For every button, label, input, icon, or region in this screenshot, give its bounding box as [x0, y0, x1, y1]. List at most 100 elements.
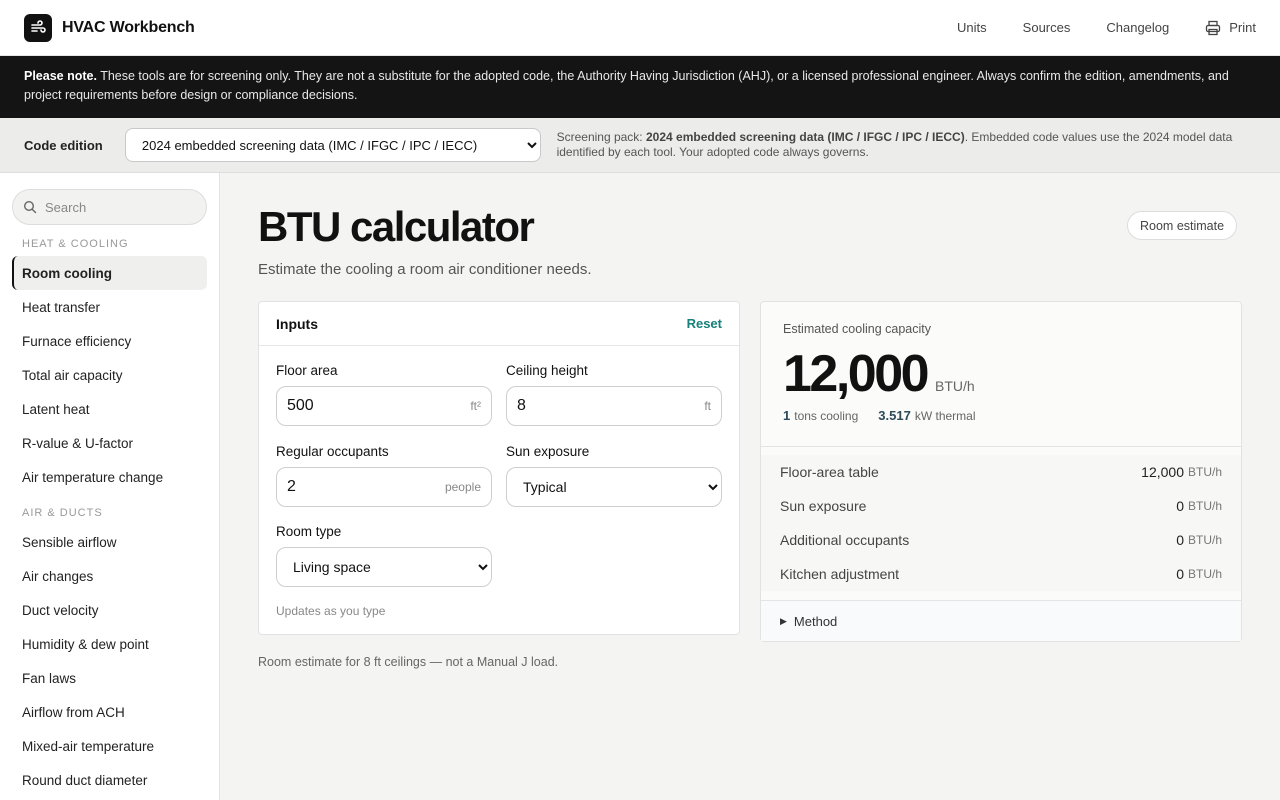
result-value-row: 12,000 BTU/h	[783, 346, 1219, 402]
sidebar-item-fan-laws[interactable]: Fan laws	[12, 661, 207, 695]
sidebar-item-air-temperature-change[interactable]: Air temperature change	[12, 460, 207, 494]
main-content: BTU calculator Room estimate Estimate th…	[220, 173, 1280, 800]
result-label: Estimated cooling capacity	[783, 322, 931, 336]
sidebar-item-round-duct-diameter[interactable]: Round duct diameter	[12, 763, 207, 797]
ceiling-height-field: Ceiling height ft	[506, 363, 722, 426]
sidebar-item-total-air-capacity[interactable]: Total air capacity	[12, 358, 207, 392]
code-edition-label: Code edition	[24, 137, 103, 153]
method-disclosure[interactable]: ▶ Method	[761, 600, 1241, 641]
floor-area-box[interactable]: ft²	[276, 386, 492, 426]
inputs-header: Inputs Reset	[259, 302, 739, 346]
sidebar-item-latent-heat[interactable]: Latent heat	[12, 392, 207, 426]
floor-area-field: Floor area ft²	[276, 363, 492, 426]
breakdown-label: Kitchen adjustment	[780, 566, 900, 582]
room-type-field: Room type Living space	[276, 524, 492, 587]
sun-exposure-select[interactable]: Typical	[506, 467, 722, 507]
ceiling-height-box[interactable]: ft	[506, 386, 722, 426]
printer-icon	[1206, 20, 1221, 35]
kw-conversion: 3.517 kW thermal	[878, 408, 975, 423]
sidebar-item-furnace-efficiency[interactable]: Furnace efficiency	[12, 324, 207, 358]
disclaimer-banner: Please note. These tools are for screeni…	[0, 56, 1280, 118]
result-breakdown: Floor-area table 12,000 BTU/h Sun exposure 0…	[761, 455, 1241, 591]
occupants-unit: people	[444, 480, 481, 494]
sidebar-item-mixed-air-temperature[interactable]: Mixed-air temperature	[12, 729, 207, 763]
occupants-input[interactable]	[287, 478, 427, 496]
search-input[interactable]	[45, 199, 195, 215]
nav-sources-link[interactable]: Sources	[1023, 20, 1071, 35]
breakdown-unit: BTU/h	[1187, 567, 1222, 581]
cooling-capacity-unit: BTU/h	[935, 378, 975, 394]
sidebar-item-humidity-dew-point[interactable]: Humidity & dew point	[12, 627, 207, 661]
breakdown-value: 12,000	[1141, 464, 1184, 480]
sidebar-item-air-changes[interactable]: Air changes	[12, 559, 207, 593]
breakdown-value: 0	[1176, 498, 1184, 514]
breakdown-row: Kitchen adjustment 0 BTU/h	[761, 557, 1241, 591]
nav-changelog-link[interactable]: Changelog	[1106, 20, 1169, 35]
breakdown-unit: BTU/h	[1187, 533, 1222, 547]
breakdown-row: Floor-area table 12,000 BTU/h	[761, 455, 1241, 489]
sidebar-item-r-value-u-factor[interactable]: R-value & U-factor	[12, 426, 207, 460]
room-type-label: Room type	[276, 524, 342, 539]
breakdown-row: Sun exposure 0 BTU/h	[761, 489, 1241, 523]
top-nav: Units Sources Changelog Print	[921, 20, 1256, 36]
print-button[interactable]: Print	[1205, 20, 1256, 36]
page-title: BTU calculator	[258, 203, 535, 250]
inputs-heading: Inputs	[276, 315, 318, 332]
occupants-field: Regular occupants people	[276, 444, 492, 507]
kw-label: kW thermal	[914, 409, 976, 423]
breakdown-unit: BTU/h	[1187, 499, 1222, 513]
page-subtitle: Estimate the cooling a room air conditio…	[258, 261, 592, 278]
occupants-box[interactable]: people	[276, 467, 492, 507]
sidebar-item-sensible-airflow[interactable]: Sensible airflow	[12, 525, 207, 559]
top-bar: HVAC Workbench Units Sources Changelog P…	[0, 0, 1280, 56]
sidebar-group-label: HEAT & COOLING	[22, 238, 129, 250]
fan-logo-icon[interactable]	[24, 13, 52, 42]
live-update-status: Updates as you type	[276, 604, 386, 618]
reset-button[interactable]: Reset	[687, 316, 722, 331]
disclaimer-text: These tools are for screening only. They…	[24, 69, 1229, 102]
cooling-capacity-value: 12,000	[783, 345, 930, 403]
sidebar-item-duct-velocity[interactable]: Duct velocity	[12, 593, 207, 627]
inputs-panel: Inputs Reset Floor area ft² Ceiling heig…	[258, 301, 740, 635]
search-box[interactable]	[12, 189, 207, 225]
screening-pack-prefix: Screening pack:	[556, 130, 646, 144]
nav-units-link[interactable]: Units	[957, 20, 987, 35]
sun-exposure-field: Sun exposure Typical	[506, 444, 722, 507]
breakdown-value: 0	[1176, 532, 1184, 548]
result-summary: Estimated cooling capacity 12,000 BTU/h …	[761, 302, 1241, 447]
room-estimate-badge: Room estimate	[1127, 211, 1238, 240]
floor-area-unit: ft²	[470, 399, 481, 413]
room-type-select[interactable]: Living space	[276, 547, 492, 587]
kw-value: 3.517	[878, 408, 911, 423]
breakdown-row: Additional occupants 0 BTU/h	[761, 523, 1241, 557]
floor-area-input[interactable]	[287, 397, 427, 415]
ceiling-height-input[interactable]	[517, 397, 657, 415]
result-conversions: 1 tons cooling 3.517 kW thermal	[783, 408, 1219, 423]
sidebar-group-label: AIR & DUCTS	[22, 507, 103, 519]
sidebar: HEAT & COOLINGRoom coolingHeat transferF…	[0, 173, 220, 800]
tons-value: 1	[783, 408, 791, 423]
search-icon	[23, 200, 37, 214]
screening-pack-note: Screening pack: 2024 embedded screening …	[557, 130, 1256, 160]
code-edition-bar: Code edition 2024 embedded screening dat…	[0, 118, 1280, 173]
tons-conversion: 1 tons cooling	[783, 408, 858, 423]
breakdown-label: Floor-area table	[780, 464, 879, 480]
screening-pack-name: 2024 embedded screening data (IMC / IFGC…	[645, 130, 965, 144]
result-panel: Estimated cooling capacity 12,000 BTU/h …	[760, 301, 1242, 642]
breakdown-value: 0	[1176, 566, 1184, 582]
ceiling-height-label: Ceiling height	[506, 363, 588, 378]
breakdown-label: Sun exposure	[780, 498, 867, 514]
breakdown-label: Additional occupants	[780, 532, 910, 548]
floor-area-label: Floor area	[276, 363, 338, 378]
code-edition-select[interactable]: 2024 embedded screening data (IMC / IFGC…	[124, 128, 541, 162]
sidebar-item-heat-transfer[interactable]: Heat transfer	[12, 290, 207, 324]
sidebar-nav: HEAT & COOLING Room cooling Heat transfer F…	[12, 238, 207, 797]
sidebar-item-room-cooling[interactable]: Room cooling	[12, 256, 207, 290]
sun-exposure-label: Sun exposure	[506, 444, 590, 459]
app-title[interactable]: HVAC Workbench	[62, 19, 195, 37]
print-label: Print	[1229, 20, 1256, 35]
sidebar-item-airflow-from-ach[interactable]: Airflow from ACH	[12, 695, 207, 729]
footnote: Room estimate for 8 ft ceilings — not a …	[258, 655, 559, 669]
occupants-label: Regular occupants	[276, 444, 389, 459]
tons-label: tons cooling	[794, 409, 859, 423]
